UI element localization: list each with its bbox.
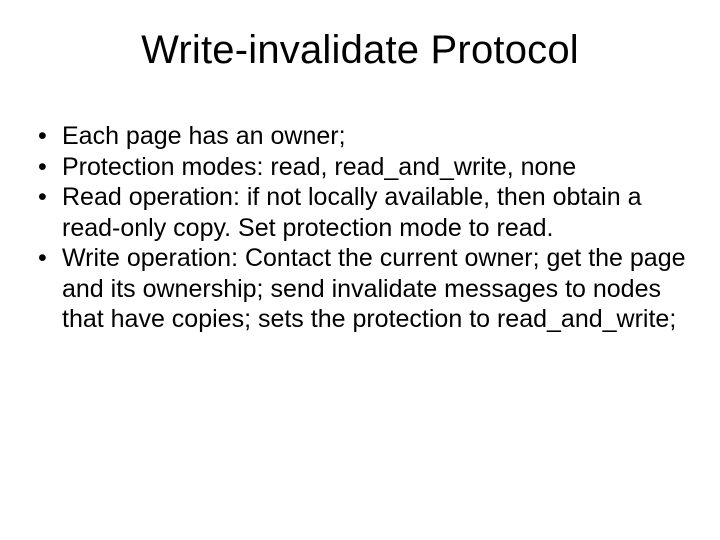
list-item: Protection modes: read, read_and_write, … (32, 152, 688, 183)
list-item: Read operation: if not locally available… (32, 182, 688, 243)
bullet-list: Each page has an owner; Protection modes… (32, 121, 688, 335)
slide-title: Write-invalidate Protocol (32, 28, 688, 73)
slide: Write-invalidate Protocol Each page has … (0, 0, 720, 540)
list-item: Each page has an owner; (32, 121, 688, 152)
list-item: Write operation: Contact the current own… (32, 243, 688, 335)
